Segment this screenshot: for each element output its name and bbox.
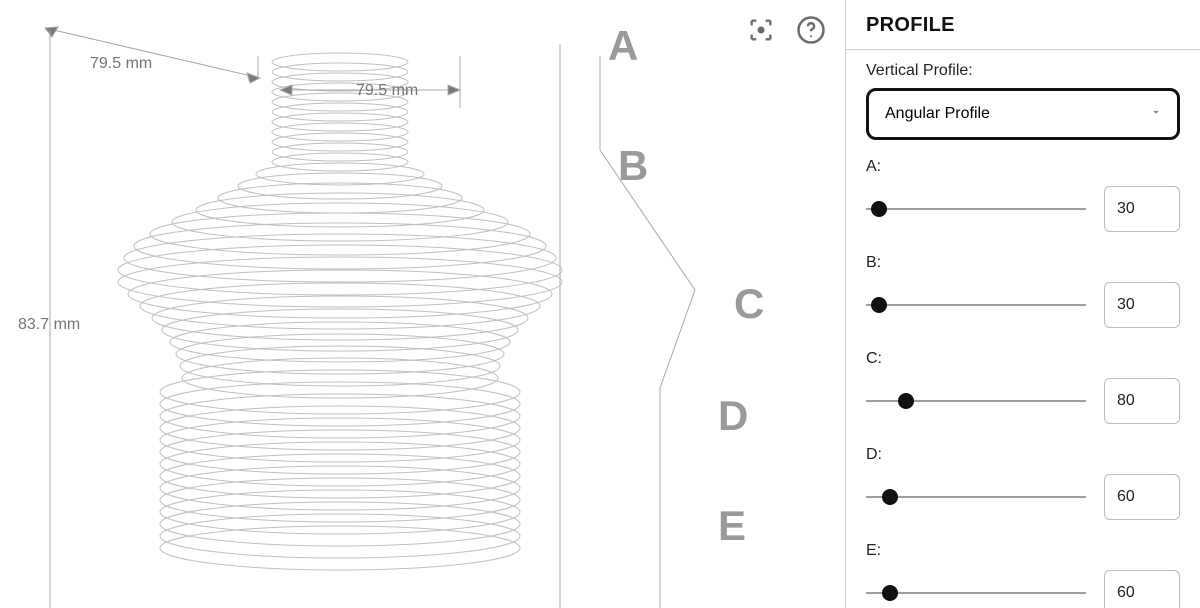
- canvas-area[interactable]: 79.5 mm 79.5 mm 83.7 mm A B C D E: [0, 0, 845, 608]
- slider-a-knob[interactable]: [871, 201, 887, 217]
- dimension-left: 83.7 mm: [18, 316, 80, 334]
- slider-e-value[interactable]: 60: [1104, 570, 1180, 608]
- slider-d[interactable]: [866, 487, 1086, 507]
- slider-c-knob[interactable]: [898, 393, 914, 409]
- center-view-icon[interactable]: [743, 12, 779, 48]
- chevron-down-icon: [1149, 105, 1163, 124]
- segment-letter-a: A: [608, 22, 638, 70]
- slider-b[interactable]: [866, 295, 1086, 315]
- help-icon[interactable]: [793, 12, 829, 48]
- segment-letter-d: D: [718, 392, 748, 440]
- dimension-top-outer: 79.5 mm: [90, 55, 152, 73]
- dimension-top-inner: 79.5 mm: [356, 82, 418, 100]
- vertical-profile-value: Angular Profile: [885, 105, 990, 123]
- panel-divider: [846, 49, 1200, 50]
- segment-letter-e: E: [718, 502, 746, 550]
- slider-b-value[interactable]: 30: [1104, 282, 1180, 328]
- vertical-profile-label: Vertical Profile:: [866, 62, 1180, 80]
- slider-e-knob[interactable]: [882, 585, 898, 601]
- slider-a-label: A:: [866, 158, 1180, 176]
- segment-letter-c: C: [734, 280, 764, 328]
- segment-letter-b: B: [618, 142, 648, 190]
- slider-a[interactable]: [866, 199, 1086, 219]
- profile-panel: PROFILE Vertical Profile: Angular Profil…: [845, 0, 1200, 608]
- slider-c[interactable]: [866, 391, 1086, 411]
- slider-b-knob[interactable]: [871, 297, 887, 313]
- panel-title: PROFILE: [846, 0, 1200, 49]
- slider-b-label: B:: [866, 254, 1180, 272]
- vertical-profile-dropdown[interactable]: Angular Profile: [866, 88, 1180, 140]
- slider-d-value[interactable]: 60: [1104, 474, 1180, 520]
- slider-a-value[interactable]: 30: [1104, 186, 1180, 232]
- slider-e-label: E:: [866, 542, 1180, 560]
- slider-d-label: D:: [866, 446, 1180, 464]
- slider-c-label: C:: [866, 350, 1180, 368]
- slider-d-knob[interactable]: [882, 489, 898, 505]
- slider-c-value[interactable]: 80: [1104, 378, 1180, 424]
- slider-e[interactable]: [866, 583, 1086, 603]
